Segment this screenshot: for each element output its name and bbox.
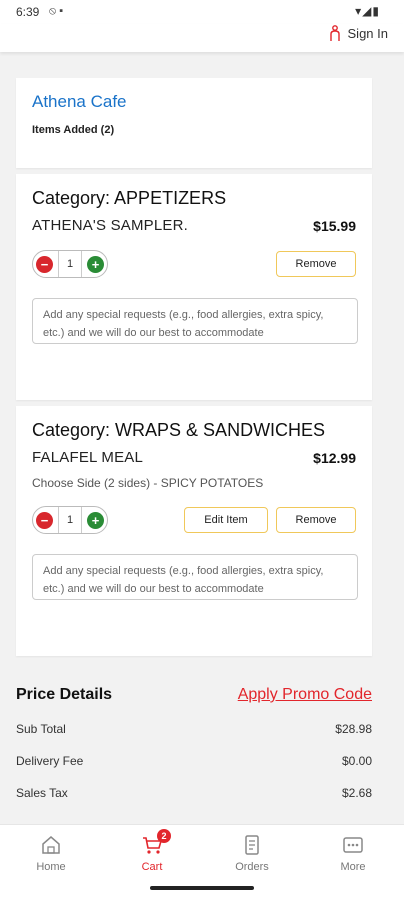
price-row-value: $2.68 [341,786,372,800]
items-added-count: Items Added (2) [32,124,115,136]
app-header: Sign In [0,24,404,52]
quantity-stepper: − 1 + [32,250,108,278]
item-price: $15.99 [313,217,356,234]
price-row-value: $28.98 [335,722,372,736]
special-requests-input[interactable]: Add any special requests (e.g., food all… [32,298,358,344]
nav-orders-label: Orders [235,861,269,873]
item-price: $12.99 [313,449,356,466]
price-row-subtotal: Sub Total $28.98 [16,722,372,736]
apply-promo-code-link[interactable]: Apply Promo Code [238,686,372,704]
nav-home[interactable]: Home [16,833,86,873]
price-details: Price Details Apply Promo Code Sub Total… [16,686,372,800]
price-row-label: Sub Total [16,722,66,736]
price-row-label: Delivery Fee [16,754,84,768]
orders-icon [245,835,259,855]
bottom-nav: Home 2 Cart Orders More [0,824,404,900]
quantity-value: 1 [58,251,82,277]
nav-home-label: Home [36,861,66,873]
nav-more-label: More [340,861,366,873]
edit-item-button[interactable]: Edit Item [184,507,268,533]
cart-item-card: Category: APPETIZERS ATHENA'S SAMPLER. $… [16,174,372,400]
nav-cart-label: Cart [141,861,163,873]
price-row-sales-tax: Sales Tax $2.68 [16,786,372,800]
decrease-quantity-button[interactable]: − [36,511,53,529]
restaurant-card: Athena Cafe Items Added (2) [16,78,372,168]
price-details-title: Price Details [16,686,113,703]
decrease-quantity-button[interactable]: − [36,255,53,273]
quantity-value: 1 [58,507,82,533]
status-notification-icons: ⦸ ▪ [49,5,64,17]
nav-cart[interactable]: 2 Cart [117,829,187,873]
cart-content: Athena Cafe Items Added (2) Category: AP… [0,52,404,824]
quantity-stepper: − 1 + [32,506,108,534]
more-icon [343,837,363,853]
nav-orders[interactable]: Orders [217,833,287,873]
increase-quantity-button[interactable]: + [87,255,104,273]
price-row-value: $0.00 [341,754,372,768]
sign-in-button[interactable]: Sign In [328,24,388,42]
item-category: Category: APPETIZERS [32,188,227,208]
item-name: FALAFEL MEAL [32,449,144,466]
increase-quantity-button[interactable]: + [87,511,104,529]
sign-in-label: Sign In [347,25,388,41]
item-side-selection: Choose Side (2 sides) - SPICY POTATOES [32,476,264,490]
remove-item-button[interactable]: Remove [276,251,356,277]
restaurant-name[interactable]: Athena Cafe [32,92,356,112]
gesture-home-indicator[interactable] [150,886,254,890]
hand-wave-icon [329,25,340,41]
status-system-icons: ▾◢▮ [355,4,380,18]
nav-more[interactable]: More [318,833,388,873]
status-time: 6:39 [16,5,40,19]
status-bar: 6:39 ⦸ ▪ ▾◢▮ [0,0,404,24]
item-category: Category: WRAPS & SANDWICHES [32,420,326,440]
home-icon [42,836,60,854]
price-row-delivery-fee: Delivery Fee $0.00 [16,754,372,768]
cart-item-card: Category: WRAPS & SANDWICHES FALAFEL MEA… [16,406,372,656]
special-requests-input[interactable]: Add any special requests (e.g., food all… [32,554,358,600]
remove-item-button[interactable]: Remove [276,507,356,533]
cart-count-badge: 2 [157,829,171,843]
item-name: ATHENA'S SAMPLER. [32,217,189,234]
price-row-label: Sales Tax [16,786,68,800]
